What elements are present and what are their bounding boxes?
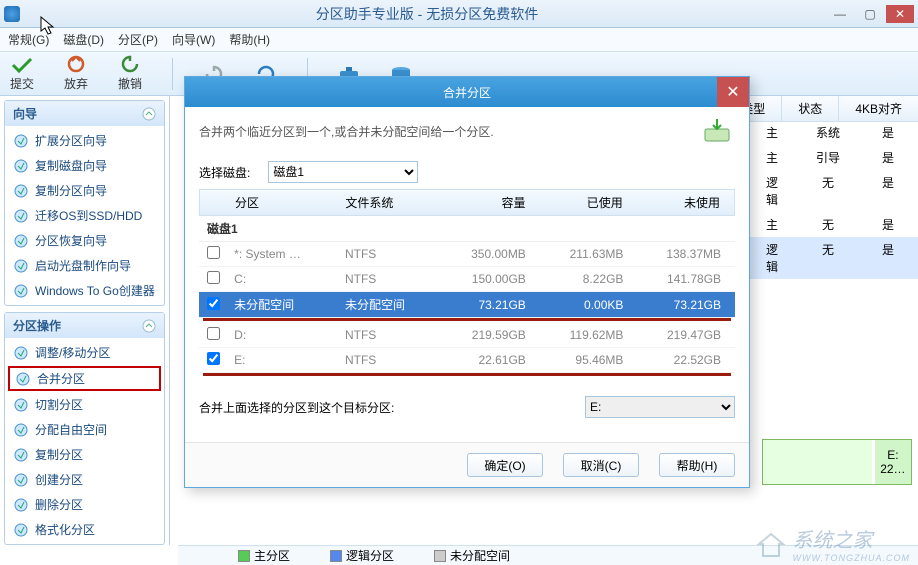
grid-header: 类型 状态 4KB对齐 <box>724 96 918 122</box>
discard-button[interactable]: 放弃 <box>64 55 88 92</box>
undo-button[interactable]: 撤销 <box>118 55 142 92</box>
ops-item-2[interactable]: 切割分区 <box>5 392 164 417</box>
col-filesystem[interactable]: 文件系统 <box>345 190 442 215</box>
ops-panel-header[interactable]: 分区操作 <box>5 313 164 338</box>
row-checkbox[interactable] <box>207 327 220 340</box>
partition-row[interactable]: *: System …NTFS350.00MB211.63MB138.37MB <box>199 242 735 267</box>
grid-row[interactable]: 主系统是 <box>746 120 918 145</box>
merge-icon <box>703 117 735 145</box>
ops-panel-title: 分区操作 <box>13 317 61 334</box>
legend-primary: 主分区 <box>238 547 290 564</box>
maximize-button[interactable]: ▢ <box>856 5 884 23</box>
dialog-group: 磁盘1 <box>199 216 735 242</box>
wizard-item-2[interactable]: 复制分区向导 <box>5 178 164 203</box>
grid-body: 主系统是主引导是逻辑无是主无是逻辑无是 <box>746 120 918 279</box>
discard-label: 放弃 <box>64 75 88 92</box>
help-button[interactable]: 帮助(H) <box>659 453 735 477</box>
target-dropdown[interactable]: E: <box>585 396 735 418</box>
menu-help[interactable]: 帮助(H) <box>229 31 270 48</box>
target-label: 合并上面选择的分区到这个目标分区: <box>199 399 394 416</box>
dialog-close-button[interactable]: ✕ <box>717 77 749 107</box>
house-icon <box>755 530 787 558</box>
toolbar-separator <box>172 58 173 90</box>
row-checkbox[interactable] <box>207 246 220 259</box>
collapse-icon <box>142 319 156 333</box>
cancel-button[interactable]: 取消(C) <box>563 453 639 477</box>
legend-unalloc: 未分配空间 <box>434 547 510 564</box>
partition-row[interactable]: D:NTFS219.59GB119.62MB219.47GB <box>199 323 735 348</box>
close-button[interactable]: ✕ <box>886 5 914 23</box>
partition-row[interactable]: C:NTFS150.00GB8.22GB141.78GB <box>199 267 735 292</box>
select-disk-dropdown[interactable]: 磁盘1 <box>268 161 418 183</box>
select-disk-label: 选择磁盘: <box>199 164 250 181</box>
dialog-grid-header: 分区 文件系统 容量 已使用 未使用 <box>199 189 735 216</box>
wizard-item-6[interactable]: Windows To Go创建器 <box>5 278 164 303</box>
wizard-panel: 向导 扩展分区向导复制磁盘向导复制分区向导迁移OS到SSD/HDD分区恢复向导启… <box>4 100 165 306</box>
grid-row[interactable]: 主无是 <box>746 212 918 237</box>
ops-item-0[interactable]: 调整/移动分区 <box>5 340 164 365</box>
col-status[interactable]: 状态 <box>781 96 838 121</box>
grid-row[interactable]: 逻辑无是 <box>746 170 918 212</box>
ops-item-6[interactable]: 删除分区 <box>5 492 164 517</box>
col-free[interactable]: 未使用 <box>637 190 734 215</box>
ok-button[interactable]: 确定(O) <box>467 453 543 477</box>
ops-item-4[interactable]: 复制分区 <box>5 442 164 467</box>
strip-segment-e: E: 22… <box>875 440 911 484</box>
window-title: 分区助手专业版 - 无损分区免费软件 <box>28 4 826 24</box>
undo-icon <box>119 55 141 73</box>
menu-wizard[interactable]: 向导(W) <box>172 31 215 48</box>
wizard-item-0[interactable]: 扩展分区向导 <box>5 128 164 153</box>
collapse-icon <box>142 107 156 121</box>
row-checkbox[interactable] <box>207 297 220 310</box>
wizard-item-5[interactable]: 启动光盘制作向导 <box>5 253 164 278</box>
strip-label: E: <box>887 448 898 462</box>
wizard-item-1[interactable]: 复制磁盘向导 <box>5 153 164 178</box>
menubar: 常规(G) 磁盘(D) 分区(P) 向导(W) 帮助(H) <box>0 28 918 52</box>
menu-disk[interactable]: 磁盘(D) <box>63 31 104 48</box>
wizard-panel-header[interactable]: 向导 <box>5 101 164 126</box>
row-checkbox[interactable] <box>207 352 220 365</box>
watermark: 系统之家 WWW.TONGZHUA.COM <box>755 524 910 563</box>
partition-row[interactable]: E:NTFS22.61GB95.46MB22.52GB <box>199 348 735 373</box>
partition-strip[interactable]: E: 22… <box>762 439 912 485</box>
check-icon <box>11 55 33 73</box>
mouse-cursor-icon <box>40 16 58 36</box>
dialog-titlebar: 合并分区 ✕ <box>185 77 749 107</box>
ops-item-3[interactable]: 分配自由空间 <box>5 417 164 442</box>
undo-label: 撤销 <box>118 75 142 92</box>
wizard-item-3[interactable]: 迁移OS到SSD/HDD <box>5 203 164 228</box>
col-align[interactable]: 4KB对齐 <box>838 96 918 121</box>
col-used[interactable]: 已使用 <box>539 190 636 215</box>
red-underline <box>203 318 731 321</box>
row-checkbox[interactable] <box>207 271 220 284</box>
commit-label: 提交 <box>10 75 34 92</box>
ops-item-1[interactable]: 合并分区 <box>8 366 161 391</box>
commit-button[interactable]: 提交 <box>10 55 34 92</box>
merge-dialog: 合并分区 ✕ 合并两个临近分区到一个,或合并未分配空间给一个分区. 选择磁盘: … <box>184 76 750 488</box>
wizard-panel-title: 向导 <box>13 105 37 122</box>
ops-item-5[interactable]: 创建分区 <box>5 467 164 492</box>
legend-logical: 逻辑分区 <box>330 547 394 564</box>
strip-segment <box>763 440 875 484</box>
wizard-item-4[interactable]: 分区恢复向导 <box>5 228 164 253</box>
strip-size: 22… <box>880 462 905 476</box>
ops-item-7[interactable]: 格式化分区 <box>5 517 164 542</box>
discard-icon <box>65 55 87 73</box>
col-capacity[interactable]: 容量 <box>442 190 539 215</box>
ops-panel: 分区操作 调整/移动分区合并分区切割分区分配自由空间复制分区创建分区删除分区格式… <box>4 312 165 545</box>
partition-row[interactable]: 未分配空间未分配空间73.21GB0.00KB73.21GB <box>199 292 735 318</box>
app-icon <box>4 6 20 22</box>
dialog-description: 合并两个临近分区到一个,或合并未分配空间给一个分区. <box>199 123 494 140</box>
grid-row[interactable]: 逻辑无是 <box>746 237 918 279</box>
menu-partition[interactable]: 分区(P) <box>118 31 158 48</box>
red-underline <box>203 373 731 376</box>
dialog-title: 合并分区 <box>443 84 491 101</box>
grid-row[interactable]: 主引导是 <box>746 145 918 170</box>
titlebar: 分区助手专业版 - 无损分区免费软件 — ▢ ✕ <box>0 0 918 28</box>
sidebar: 向导 扩展分区向导复制磁盘向导复制分区向导迁移OS到SSD/HDD分区恢复向导启… <box>0 96 170 545</box>
col-partition[interactable]: 分区 <box>229 190 345 215</box>
minimize-button[interactable]: — <box>826 5 854 23</box>
